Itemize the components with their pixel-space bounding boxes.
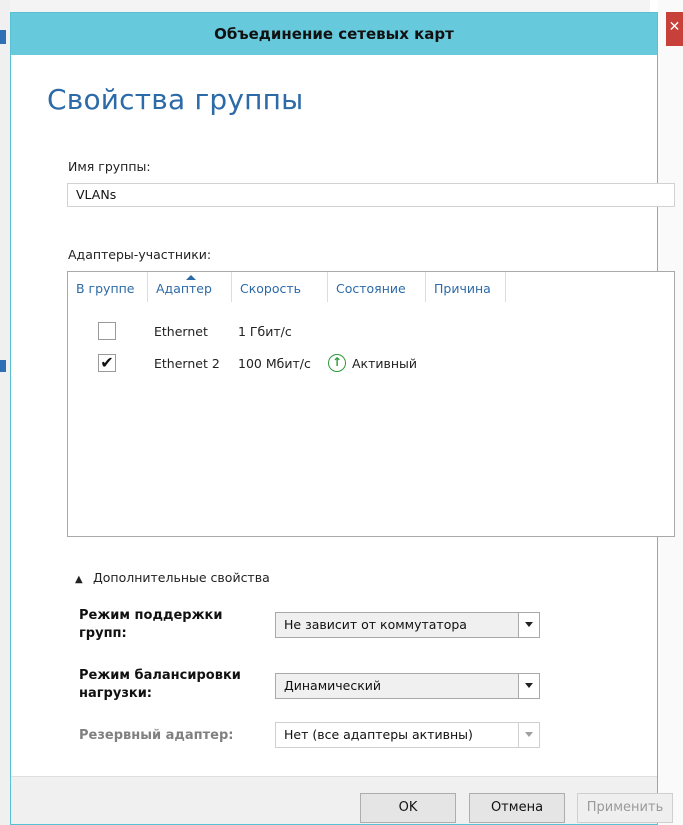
adapter-speed: 1 Гбит/с: [238, 324, 292, 339]
background-window-top: [10, 0, 650, 12]
in-team-checkbox[interactable]: [98, 322, 116, 340]
teaming-mode-label: Режим поддержки групп:: [79, 608, 223, 641]
chevron-down-icon: [518, 674, 539, 698]
ok-button[interactable]: OK: [360, 793, 456, 823]
adapter-speed: 100 Мбит/с: [238, 356, 311, 371]
load-balancing-label: Режим балансировки нагрузки:: [79, 668, 241, 701]
table-row[interactable]: Ethernet 1 Гбит/с: [68, 320, 674, 346]
standby-adapter-select[interactable]: Нет (все адаптеры активны): [275, 722, 540, 748]
member-adapters-list[interactable]: В группе Адаптер Скорость Состояние Прич…: [67, 271, 675, 537]
nic-teaming-dialog: Объединение сетевых карт Свойства группы…: [10, 12, 675, 825]
dialog-footer: OK Отмена Применить: [11, 776, 673, 824]
column-header-adapter-label: Адаптер: [156, 281, 212, 296]
standby-adapter-value: Нет (все адаптеры активны): [284, 727, 473, 742]
standby-adapter-label: Резервный адаптер:: [79, 728, 234, 743]
adapter-name: Ethernet: [154, 324, 208, 339]
column-header-adapter[interactable]: Адаптер: [148, 272, 232, 302]
column-header-reason[interactable]: Причина: [426, 272, 506, 302]
dialog-title: Объединение сетевых карт: [214, 25, 454, 43]
column-header-in-team[interactable]: В группе: [68, 272, 148, 302]
cancel-button[interactable]: Отмена: [469, 793, 565, 823]
background-accent-mark: [0, 30, 6, 44]
team-name-input[interactable]: VLANs: [67, 183, 675, 207]
team-name-label: Имя группы:: [68, 159, 151, 174]
close-icon[interactable]: ✕: [666, 12, 683, 46]
load-balancing-select[interactable]: Динамический: [275, 673, 540, 699]
teaming-mode-select[interactable]: Не зависит от коммутатора: [275, 612, 540, 638]
chevron-down-icon: [518, 613, 539, 637]
advanced-properties-toggle[interactable]: ▲ Дополнительные свойства: [75, 570, 270, 585]
apply-button[interactable]: Применить: [577, 793, 673, 823]
dialog-titlebar: Объединение сетевых карт: [11, 13, 657, 55]
chevron-down-icon: [518, 723, 539, 747]
table-row[interactable]: ✔ Ethernet 2 100 Мбит/с ↑ Активный: [68, 352, 674, 378]
arrow-up-circle-icon: ↑: [328, 354, 346, 372]
in-team-checkbox[interactable]: ✔: [98, 354, 116, 372]
column-header-speed[interactable]: Скорость: [232, 272, 328, 302]
sort-ascending-icon: [186, 275, 196, 280]
load-balancing-value: Динамический: [284, 678, 382, 693]
teaming-mode-value: Не зависит от коммутатора: [284, 617, 467, 632]
advanced-properties-label: Дополнительные свойства: [93, 570, 270, 585]
adapter-name: Ethernet 2: [154, 356, 220, 371]
background-accent-mark: [0, 360, 6, 372]
member-adapters-label: Адаптеры-участники:: [68, 247, 212, 262]
chevron-up-icon: ▲: [75, 574, 83, 585]
dialog-content: Свойства группы Имя группы: VLANs Адапте…: [11, 55, 675, 824]
adapter-state: Активный: [352, 356, 418, 371]
column-header-state[interactable]: Состояние: [328, 272, 426, 302]
page-title: Свойства группы: [47, 83, 304, 116]
